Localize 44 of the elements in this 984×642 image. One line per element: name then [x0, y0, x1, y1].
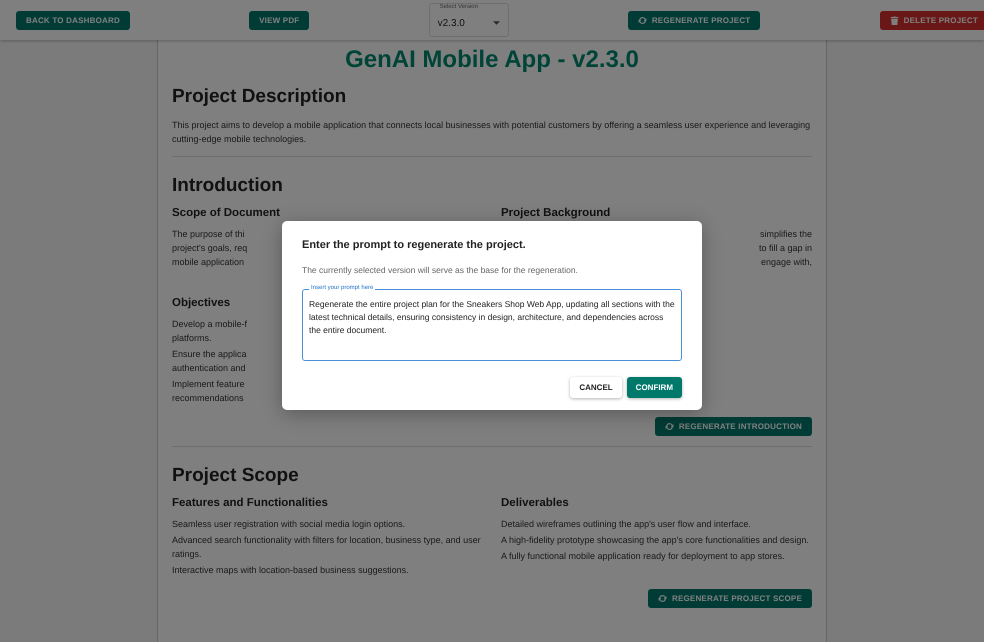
dialog-subtitle: The currently selected version will serve as the base for the regeneration. — [302, 264, 579, 274]
trash-icon — [890, 16, 899, 24]
refresh-icon — [658, 594, 667, 603]
paragraph-line: mobile application — [172, 256, 244, 269]
list-item-text: Interactive maps with location-based business suggestions. — [172, 564, 410, 577]
refresh-icon — [664, 422, 674, 431]
subsection-heading: Deliverables — [501, 497, 569, 509]
refresh-icon — [638, 16, 647, 24]
subsection-heading: Scope of Document — [172, 207, 280, 219]
description-text: This project aims to develop a mobile application that connects local businesses with potential customers by offering a seamless user experience and leveraging cutting-edge mobile technologies. — [172, 119, 812, 146]
caret-icon — [492, 21, 500, 25]
select-value: v2.3.0 — [438, 18, 465, 28]
paragraph-line: project's goals, req — [172, 242, 248, 255]
view-pdf-button[interactable]: VIEW PDF — [249, 10, 310, 30]
regenerate-project-scope-button[interactable]: REGENERATE PROJECT SCOPE — [648, 589, 812, 608]
section-heading: Introduction — [172, 175, 284, 197]
delete-project-button[interactable]: DELETE PROJECT — [880, 10, 984, 30]
objective-line: Implement feature — [172, 378, 245, 391]
objective-line: Develop a mobile-f — [172, 318, 248, 331]
list-item-text: Detailed wireframes outlining the app's user flow and interface. — [501, 518, 752, 531]
objective-line: platforms. — [172, 332, 212, 345]
paragraph-line: The purpose of thi — [172, 228, 245, 241]
regenerate-project-button[interactable]: REGENERATE PROJECT — [628, 10, 760, 30]
section-heading: Project Description — [172, 86, 348, 108]
paragraph-line: simplifies the — [760, 228, 812, 241]
list-item-text: Seamless user registration with social media login options. — [172, 518, 406, 531]
list-item-text: A fully functional mobile application ready for deployment to app stores. — [501, 550, 786, 563]
subsection-heading: Project Background — [501, 207, 610, 219]
project-title: GenAI Mobile App - v2.3.0 — [344, 46, 640, 74]
paragraph-line: engage with, — [760, 256, 812, 269]
objective-line: authentication and — [172, 362, 246, 375]
objective-line: Ensure the applica — [172, 348, 247, 361]
section-heading: Project Scope — [172, 465, 300, 487]
regenerate-introduction-button[interactable]: REGENERATE INTRODUCTION — [654, 417, 812, 436]
paragraph-line: to fill a gap in — [758, 242, 812, 255]
list-item-text: A high-fidelity prototype showcasing the app's core functionalities and design. — [501, 534, 810, 547]
subsection-heading: Features and Functionalities — [172, 497, 328, 509]
confirm-button[interactable]: CONFIRM — [626, 376, 682, 398]
back-to-dashboard-button[interactable]: BACK TO DASHBOARD — [16, 10, 130, 30]
objective-line: recommendations — [172, 392, 244, 405]
dialog-title: Enter the prompt to regenerate the project. — [302, 238, 527, 250]
subsection-heading: Objectives — [172, 297, 230, 309]
cancel-button[interactable]: CANCEL — [570, 376, 622, 398]
list-item-text: Advanced search functionality with filters for location, business type, and user ratings. — [172, 534, 482, 561]
